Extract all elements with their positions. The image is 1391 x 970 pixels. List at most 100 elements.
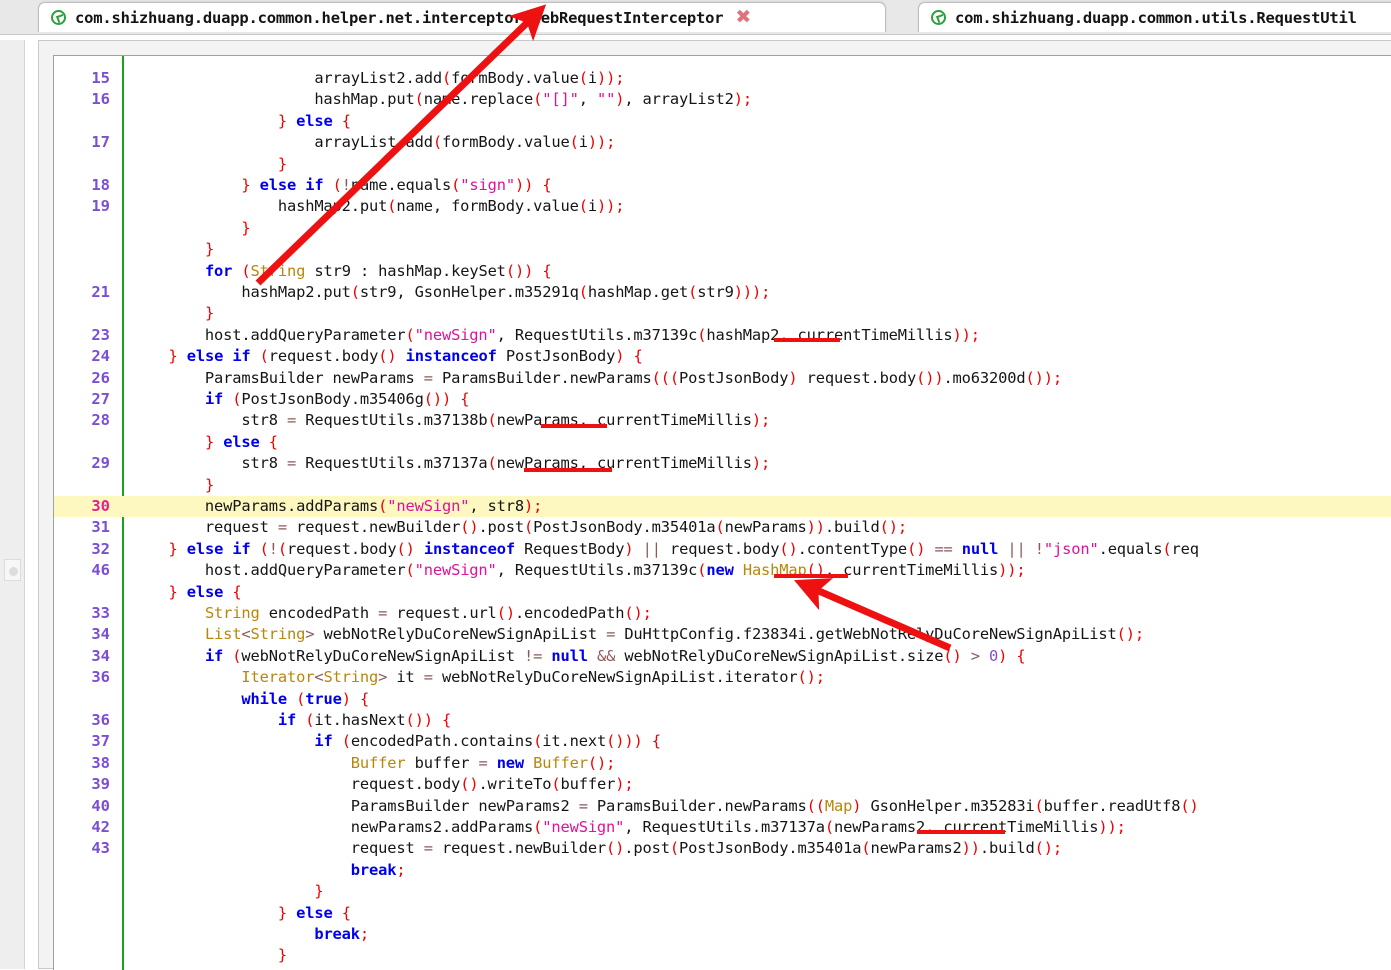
code-line[interactable]: 42 newParams2.addParams("newSign", Reque… (54, 817, 1391, 838)
code-line[interactable]: } (54, 303, 1391, 324)
code-line[interactable]: 16 hashMap.put(name.replace("[]", ""), a… (54, 89, 1391, 110)
code-line[interactable]: 37 if (encodedPath.contains(it.next())) … (54, 731, 1391, 752)
code-line[interactable]: 36 Iterator<String> it = webNotRelyDuCor… (54, 667, 1391, 688)
editor-tab-label: com.shizhuang.duapp.common.helper.net.in… (75, 8, 724, 27)
code-text: } else { (277, 111, 351, 130)
line-number: 34 (91, 646, 110, 665)
code-line[interactable]: 31 request = request.newBuilder().post(P… (54, 517, 1391, 538)
close-icon[interactable]: ✖ (735, 8, 751, 27)
code-line[interactable]: break; (54, 924, 1391, 945)
code-line[interactable]: 32 } else if (!(request.body() instanceo… (54, 539, 1391, 560)
line-number: 40 (91, 796, 110, 815)
line-number: 34 (91, 625, 110, 644)
code-text: newParams2.addParams("newSign", RequestU… (132, 818, 1126, 836)
code-text: ParamsBuilder newParams2 = ParamsBuilder… (132, 796, 1199, 815)
code-line[interactable]: 27 if (PostJsonBody.m35406g()) { (54, 389, 1391, 410)
code-text: if (webNotRelyDuCoreNewSignApiList != nu… (204, 646, 1026, 665)
code-line[interactable]: } (54, 881, 1391, 902)
code-text: request.body().writeTo(buffer); (132, 775, 634, 794)
line-number: 23 (91, 325, 110, 344)
code-area[interactable]: 15 arrayList2.add(formBody.value(i)); 16 … (54, 56, 1391, 970)
code-line[interactable]: 26 ParamsBuilder newParams = ParamsBuild… (54, 368, 1391, 389)
code-line[interactable]: } else { (54, 582, 1391, 603)
code-line[interactable]: 38 Buffer buffer = new Buffer(); (54, 753, 1391, 774)
line-number: 42 (91, 818, 110, 836)
code-line[interactable]: 18 } else if (!name.equals("sign")) { (54, 175, 1391, 196)
code-text: } else if (!name.equals("sign")) { (241, 176, 552, 194)
code-line[interactable]: 43 request = request.newBuilder().post(P… (54, 838, 1391, 859)
code-text: request = request.newBuilder().post(Post… (132, 518, 907, 537)
editor-tab-label: com.shizhuang.duapp.common.utils.Request… (955, 8, 1357, 27)
code-text: ParamsBuilder newParams = ParamsBuilder.… (132, 368, 1062, 387)
left-tool-strip (0, 40, 25, 969)
line-number: 19 (91, 197, 110, 216)
code-text: if (PostJsonBody.m35406g()) { (204, 390, 470, 408)
code-text: } (314, 882, 324, 901)
code-text: if (it.hasNext()) { (277, 711, 452, 729)
code-text: arrayList.add(formBody.value(i)); (132, 133, 616, 152)
editor-tab-webrequestinterceptor[interactable]: com.shizhuang.duapp.common.helper.net.in… (38, 2, 886, 32)
line-number: 29 (91, 454, 110, 473)
code-text: } else { (168, 582, 242, 601)
code-text: } else if (!(request.body() instanceof R… (168, 539, 1199, 558)
code-line[interactable]: 33 String encodedPath = request.url().en… (54, 603, 1391, 624)
line-number: 17 (91, 133, 110, 152)
code-line[interactable]: 24 } else if (request.body() instanceof … (54, 346, 1391, 367)
code-text: } (204, 240, 215, 259)
code-line[interactable]: 46 host.addQueryParameter("newSign", Req… (54, 560, 1391, 581)
code-line[interactable]: } (54, 154, 1391, 175)
code-text: host.addQueryParameter("newSign", Reques… (132, 325, 980, 344)
code-line[interactable]: 15 arrayList2.add(formBody.value(i)); (54, 68, 1391, 89)
code-line[interactable]: while (true) { (54, 689, 1391, 710)
code-line[interactable]: 30 newParams.addParams("newSign", str8); (54, 496, 1391, 518)
code-text: request = request.newBuilder().post(Post… (132, 839, 1062, 858)
code-line[interactable]: 34 List<String> webNotRelyDuCoreNewSignA… (54, 624, 1391, 645)
code-line[interactable]: 34 if (webNotRelyDuCoreNewSignApiList !=… (54, 646, 1391, 667)
line-number: 36 (91, 668, 110, 687)
code-line[interactable]: 29 str8 = RequestUtils.m37137a(newParams… (54, 453, 1391, 474)
line-number: 26 (91, 368, 110, 387)
code-text: Iterator<String> it = webNotRelyDuCoreNe… (241, 668, 825, 687)
code-text: str8 = RequestUtils.m37137a(newParams, c… (132, 454, 771, 473)
code-text: arrayList2.add(formBody.value(i)); (132, 69, 625, 87)
code-line[interactable]: 36 if (it.hasNext()) { (54, 710, 1391, 731)
class-icon (931, 10, 946, 25)
line-number: 15 (91, 69, 110, 87)
code-line[interactable]: for (String str9 : hashMap.keySet()) { (54, 261, 1391, 282)
code-line[interactable]: } (54, 475, 1391, 496)
expand-panel-handle[interactable] (4, 559, 21, 581)
decompiler-window: com.shizhuang.duapp.common.helper.net.in… (0, 0, 1391, 970)
code-line[interactable]: 40 ParamsBuilder newParams2 = ParamsBuil… (54, 796, 1391, 817)
code-line[interactable]: 19 hashMap2.put(name, formBody.value(i))… (54, 196, 1391, 217)
code-line[interactable]: } else { (54, 903, 1391, 924)
editor-tab-bar: com.shizhuang.duapp.common.helper.net.in… (0, 0, 1391, 35)
code-text: List<String> webNotRelyDuCoreNewSignApiL… (204, 625, 1144, 644)
code-line[interactable]: } else { (54, 111, 1391, 132)
code-text: Buffer buffer = new Buffer(); (350, 753, 616, 772)
code-line[interactable]: } (54, 239, 1391, 260)
code-line[interactable]: 17 arrayList.add(formBody.value(i)); (54, 132, 1391, 153)
code-line[interactable]: 23 host.addQueryParameter("newSign", Req… (54, 325, 1391, 346)
class-icon (51, 10, 66, 25)
code-line[interactable]: } (54, 218, 1391, 239)
code-line[interactable]: 28 str8 = RequestUtils.m37138b(newParams… (54, 410, 1391, 431)
code-line[interactable]: } (54, 945, 1391, 966)
editor-viewport[interactable]: 15 arrayList2.add(formBody.value(i)); 16 … (53, 55, 1391, 970)
code-line[interactable]: } else { (54, 432, 1391, 453)
code-line[interactable]: 39 request.body().writeTo(buffer); (54, 774, 1391, 795)
code-text: host.addQueryParameter("newSign", Reques… (132, 561, 1026, 580)
code-text: for (String str9 : hashMap.keySet()) { (204, 261, 552, 280)
code-text: if (encodedPath.contains(it.next())) { (314, 732, 661, 751)
line-number: 27 (91, 390, 110, 408)
line-number: 43 (91, 839, 110, 858)
editor-tab-requestutil[interactable]: com.shizhuang.duapp.common.utils.Request… (918, 2, 1391, 32)
code-line[interactable]: 21 hashMap2.put(str9, GsonHelper.m35291q… (54, 282, 1391, 303)
code-line[interactable]: break; (54, 860, 1391, 881)
code-text: hashMap2.put(str9, GsonHelper.m35291q(ha… (132, 283, 771, 301)
line-number: 16 (91, 90, 110, 109)
code-text: } else { (204, 432, 278, 451)
line-number: 36 (91, 711, 110, 729)
code-text: } (204, 475, 215, 494)
code-text: newParams.addParams("newSign", str8); (132, 497, 543, 515)
code-text: hashMap.put(name.replace("[]", ""), arra… (132, 90, 752, 109)
